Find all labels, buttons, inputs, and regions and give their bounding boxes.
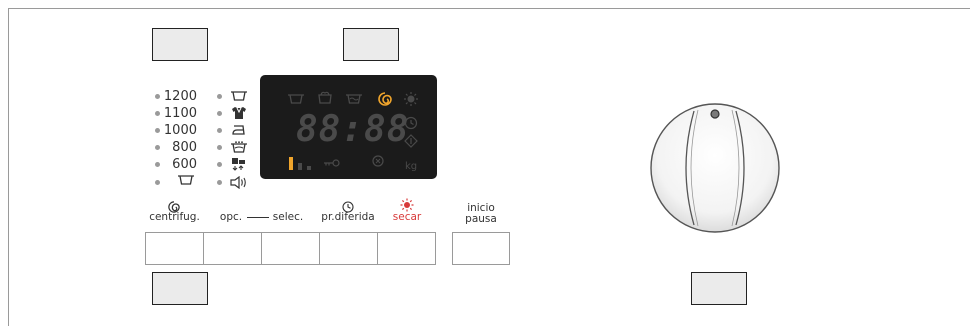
callout-box-top-center [343,28,399,61]
option-extra-rinse [217,156,248,172]
load-bar-high [289,157,293,170]
dry-icon [404,92,418,106]
spin-speed-1000: 1000 [155,122,197,138]
indicator-led [155,110,160,116]
spin-speed-value: 800 [172,139,197,155]
indicator-led [217,179,222,185]
key-lock-icon [324,159,340,167]
rinse-icon [346,94,362,104]
steam-icon [372,155,384,167]
indicator-led [217,110,222,116]
spin-speed-value: 1000 [163,122,197,138]
spin-speed-1100: 1100 [155,105,197,121]
select-label: selec. [272,211,304,223]
spin-button[interactable] [145,232,204,265]
load-bar-low [307,166,311,170]
indicator-led [155,179,160,185]
options-button[interactable] [203,232,262,265]
option-iron [217,122,248,138]
options-label: opc. [219,211,243,223]
spin-icon [378,92,392,106]
delay-start-button[interactable] [319,232,378,265]
knob-graphic [650,103,780,233]
indicator-led [155,93,160,99]
load-bar-mid [298,163,302,170]
spin-speed-800: 800 [155,139,197,155]
indicator-led [155,144,160,150]
indicator-led [217,93,222,99]
indicator-led [217,144,222,150]
spin-speed-value: 1100 [163,105,197,121]
program-selector-knob[interactable] [648,101,782,235]
knob-indicator-dot [710,109,720,119]
option-tub [217,88,248,104]
start-label-line2: pausa [465,213,497,225]
prewash-tub-icon [230,140,248,154]
spin-speed-600: 600 [155,156,197,172]
indicator-led [155,161,160,167]
extra-rinse-icon [230,157,248,171]
sound-icon [230,175,248,189]
select-button[interactable] [261,232,320,265]
wash-icon [288,94,304,104]
digital-display: 88:88 kg [260,75,437,179]
start-pause-button[interactable] [452,232,510,265]
callout-box-bottom-right [691,272,747,305]
spin-speed-none [155,174,195,190]
callout-box-top-left [152,28,208,61]
option-prewash [217,139,248,155]
tub-icon [230,90,248,102]
callout-box-bottom-left [152,272,208,305]
dry-button[interactable] [377,232,436,265]
options-connector-line [247,217,269,218]
spin-button-label: centrifug. [149,211,200,223]
spin-speed-value: 1200 [163,88,197,104]
kg-label: kg [405,161,417,172]
delay-button-label: pr.diferida [321,211,375,223]
dry-button-label: secar [392,211,422,223]
option-sound [217,174,248,190]
indicator-led [155,127,160,133]
shirt-icon [230,106,248,120]
indicator-led [217,161,222,167]
tub-icon [177,174,195,190]
soak-icon [318,91,332,104]
spin-speed-value: 600 [172,156,197,172]
indicator-led [217,127,222,133]
display-graphics: 88:88 kg [288,91,418,172]
spin-speed-1200: 1200 [155,88,197,104]
option-shirt [217,105,248,121]
iron-icon [230,124,248,136]
time-readout: 88:88 [296,109,409,150]
